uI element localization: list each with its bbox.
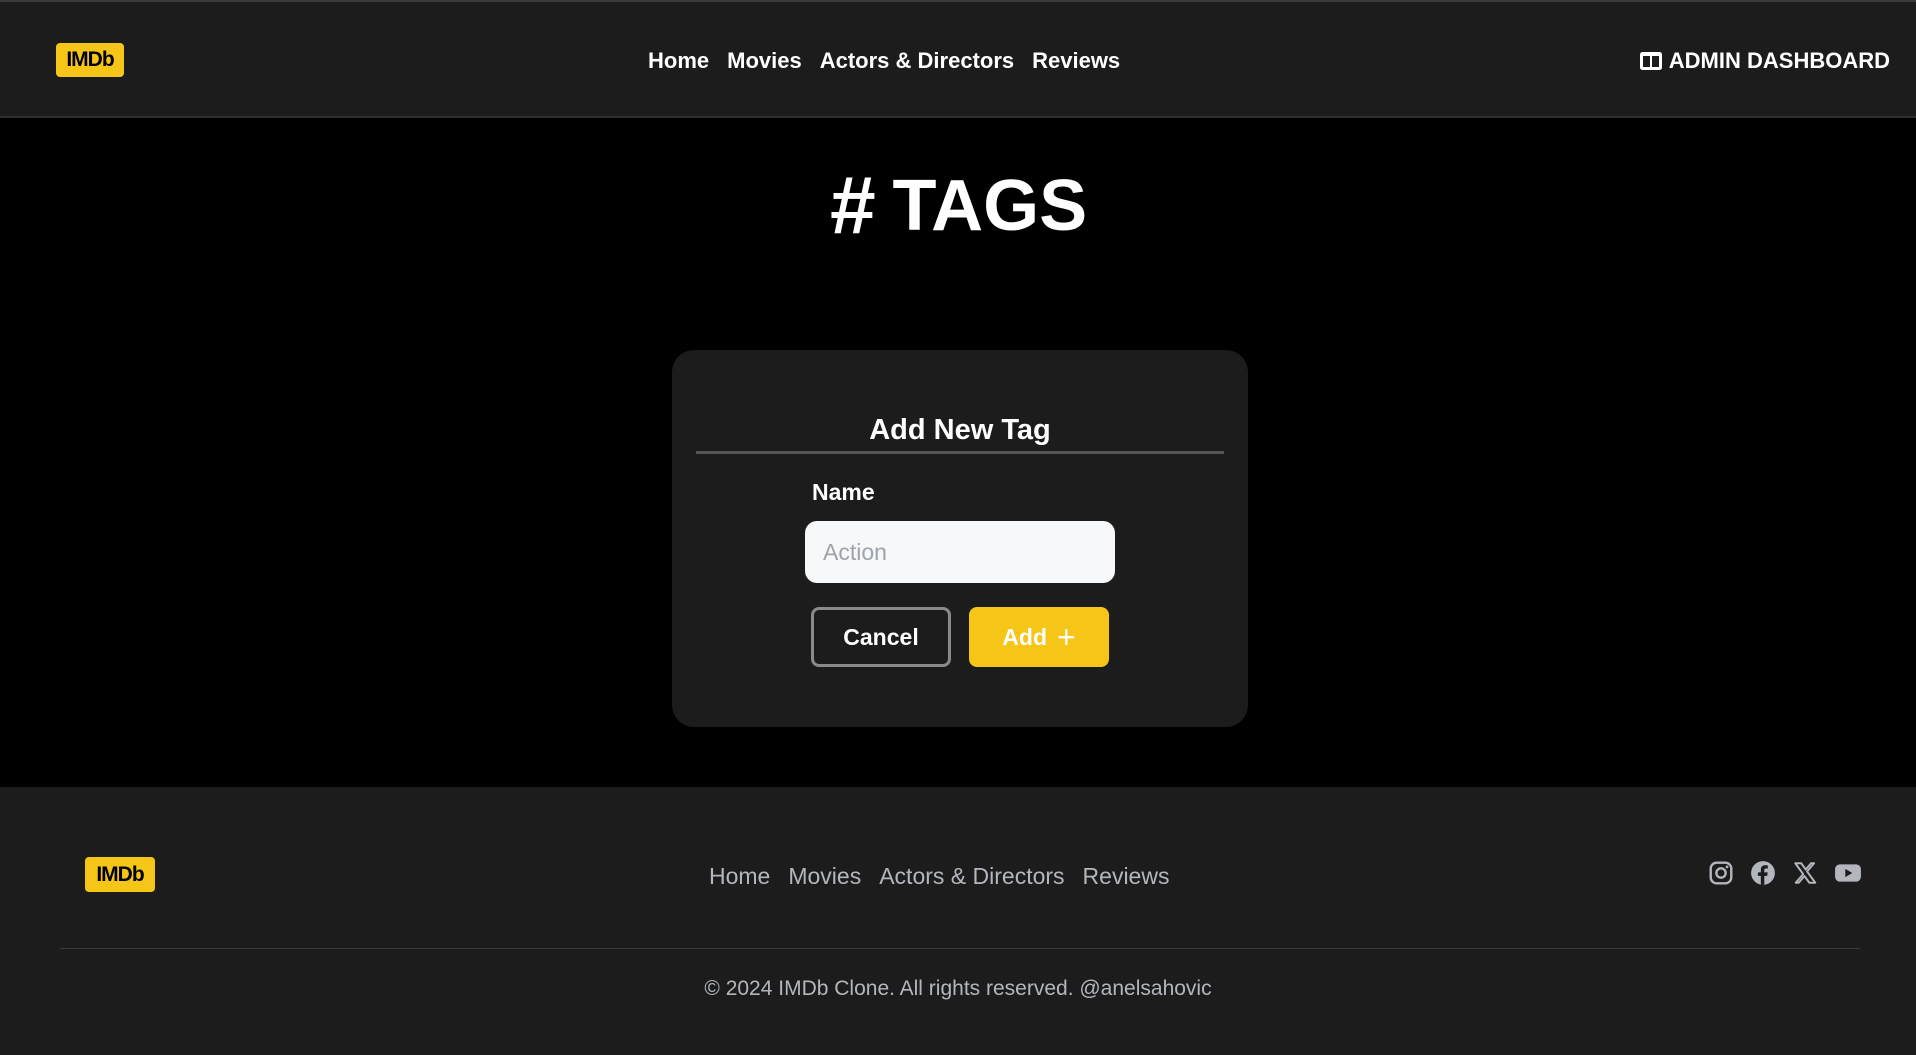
cancel-button-label: Cancel	[843, 623, 919, 650]
footer-logo-text: IMDb	[96, 862, 144, 886]
main-nav: Home Movies Actors & Directors Reviews	[648, 48, 1120, 74]
nav-home-link[interactable]: Home	[648, 48, 709, 74]
plus-icon: +	[1057, 619, 1076, 655]
footer-reviews-link[interactable]: Reviews	[1083, 863, 1170, 890]
tag-name-input[interactable]	[805, 521, 1115, 583]
copyright-text: © 2024 IMDb Clone. All rights reserved. …	[704, 977, 1212, 1000]
page-title-text: TAGS	[892, 166, 1088, 246]
cancel-button[interactable]: Cancel	[811, 607, 951, 667]
form-title: Add New Tag	[869, 414, 1051, 446]
columns-icon	[1639, 52, 1662, 70]
nav-reviews-link[interactable]: Reviews	[1032, 48, 1120, 74]
add-tag-form-card: Add New Tag Name Cancel Add +	[672, 350, 1248, 727]
nav-actors-directors-link[interactable]: Actors & Directors	[820, 48, 1014, 74]
facebook-icon[interactable]	[1750, 860, 1776, 886]
instagram-icon[interactable]	[1708, 860, 1734, 886]
add-button-label: Add	[1002, 623, 1048, 650]
name-label: Name	[812, 479, 875, 505]
nav-movies-link[interactable]: Movies	[727, 48, 802, 74]
youtube-icon[interactable]	[1834, 860, 1861, 886]
x-icon[interactable]	[1792, 860, 1818, 886]
add-button[interactable]: Add +	[969, 607, 1109, 667]
admin-dashboard-label: ADMIN DASHBOARD	[1668, 48, 1890, 73]
social-links	[1708, 860, 1861, 886]
footer-divider	[60, 948, 1860, 949]
imdb-logo[interactable]: IMDb	[56, 43, 124, 77]
footer: IMDb Home Movies Actors & Directors Revi…	[0, 787, 1916, 1055]
admin-dashboard-link[interactable]: ADMIN DASHBOARD	[1639, 48, 1890, 74]
top-navbar: IMDb Home Movies Actors & Directors Revi…	[0, 0, 1916, 118]
form-divider	[696, 451, 1224, 454]
footer-actors-directors-link[interactable]: Actors & Directors	[879, 863, 1064, 890]
footer-home-link[interactable]: Home	[709, 863, 770, 890]
footer-movies-link[interactable]: Movies	[788, 863, 861, 890]
page-title: # TAGS	[0, 165, 1916, 247]
footer-nav: Home Movies Actors & Directors Reviews	[709, 863, 1169, 890]
imdb-logo-text: IMDb	[66, 48, 114, 71]
footer-imdb-logo[interactable]: IMDb	[85, 857, 155, 892]
hash-icon: #	[828, 160, 875, 251]
